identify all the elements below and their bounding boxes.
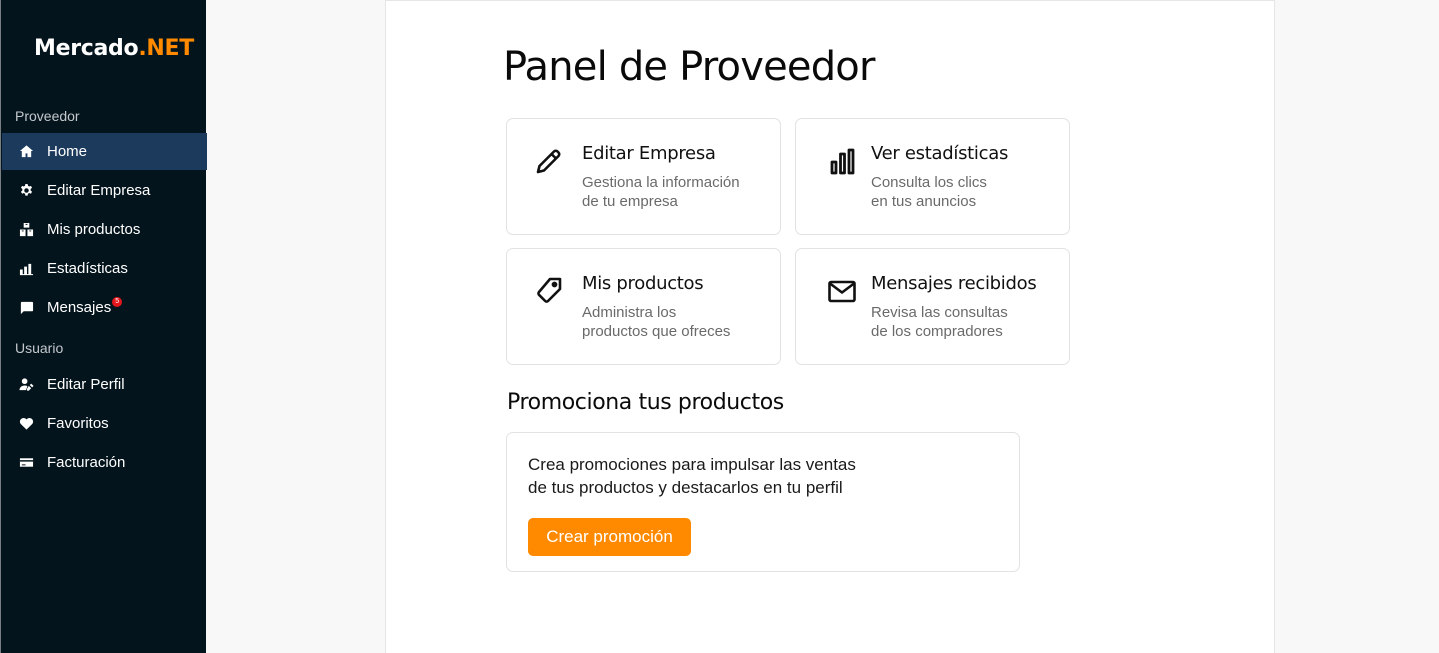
sidebar-item-favoritos[interactable]: Favoritos [2,405,207,442]
card-description-line: Revisa las consultas [871,304,1008,321]
card-description: Consulta los clics en tus anuncios [871,173,1051,211]
card-description-line: de tu empresa [582,193,678,210]
credit-card-icon [18,454,35,471]
sidebar-item-estadisticas[interactable]: Estadísticas [2,250,207,287]
card-ver-estadisticas[interactable]: Ver estadísticas Consulta los clics en t… [795,118,1070,235]
sidebar-item-home[interactable]: Home [2,133,207,170]
create-promotion-button[interactable]: Crear promoción [528,518,691,556]
section-label-usuario: Usuario [15,340,64,356]
heart-icon [18,415,35,432]
boxes-icon [18,221,35,238]
sidebar-item-editar-empresa[interactable]: Editar Empresa [2,172,207,209]
sidebar-item-label: Home [47,143,88,160]
sidebar: Mercado.NET Proveedor Home Editar Empres… [0,0,207,653]
promo-description-line: Crea promociones para impulsar las venta… [528,455,856,474]
card-description: Revisa las consultas de los compradores [871,303,1051,341]
card-title: Editar Empresa [582,143,716,164]
user-edit-icon [18,376,35,393]
sidebar-item-facturacion[interactable]: Facturación [2,444,207,481]
promo-description: Crea promociones para impulsar las venta… [528,453,888,499]
message-icon [18,299,35,316]
promo-section-title: Promociona tus productos [507,390,784,415]
brand-name-accent: .NET [138,36,194,61]
page-title: Panel de Proveedor [503,44,875,90]
card-description-line: de los compradores [871,323,1003,340]
gear-icon [18,182,35,199]
card-description-line: productos que ofreces [582,323,731,340]
card-title: Mensajes recibidos [871,273,1037,294]
card-description-line: en tus anuncios [871,193,977,210]
card-description-line: Gestiona la información [582,174,740,191]
tag-icon [533,275,565,307]
home-icon [18,143,35,160]
sidebar-item-label: Favoritos [47,415,109,432]
section-label-proveedor: Proveedor [15,108,80,124]
sidebar-item-mis-productos[interactable]: Mis productos [2,211,207,248]
sidebar-item-mensajes[interactable]: Mensajes 5 [2,289,207,326]
card-description: Administra los productos que ofreces [582,303,762,341]
sidebar-item-label: Facturación [47,454,126,471]
notification-badge: 5 [112,296,123,307]
sidebar-item-label: Mensajes [47,299,112,316]
sidebar-item-label: Mis productos [47,221,141,238]
card-description: Gestiona la información de tu empresa [582,173,762,211]
card-title: Mis productos [582,273,704,294]
card-title: Ver estadísticas [871,143,1009,164]
card-mis-productos[interactable]: Mis productos Administra los productos q… [506,248,781,365]
promo-description-line: de tus productos y destacarlos en tu per… [528,478,843,497]
sidebar-item-label: Editar Empresa [47,182,151,199]
bar-chart-icon [18,260,35,277]
pencil-icon [533,145,565,177]
brand-name: Mercado [34,36,139,61]
mail-icon [826,275,858,307]
card-editar-empresa[interactable]: Editar Empresa Gestiona la información d… [506,118,781,235]
card-description-line: Administra los [582,304,677,321]
sidebar-item-editar-perfil[interactable]: Editar Perfil [2,366,207,403]
card-mensajes-recibidos[interactable]: Mensajes recibidos Revisa las consultas … [795,248,1070,365]
sidebar-item-label: Editar Perfil [47,376,125,393]
brand-logo[interactable]: Mercado.NET [34,36,194,61]
promo-card: Crea promociones para impulsar las venta… [506,432,1020,572]
sidebar-item-label: Estadísticas [47,260,128,277]
card-description-line: Consulta los clics [871,174,987,191]
bar-chart-icon [826,145,858,177]
